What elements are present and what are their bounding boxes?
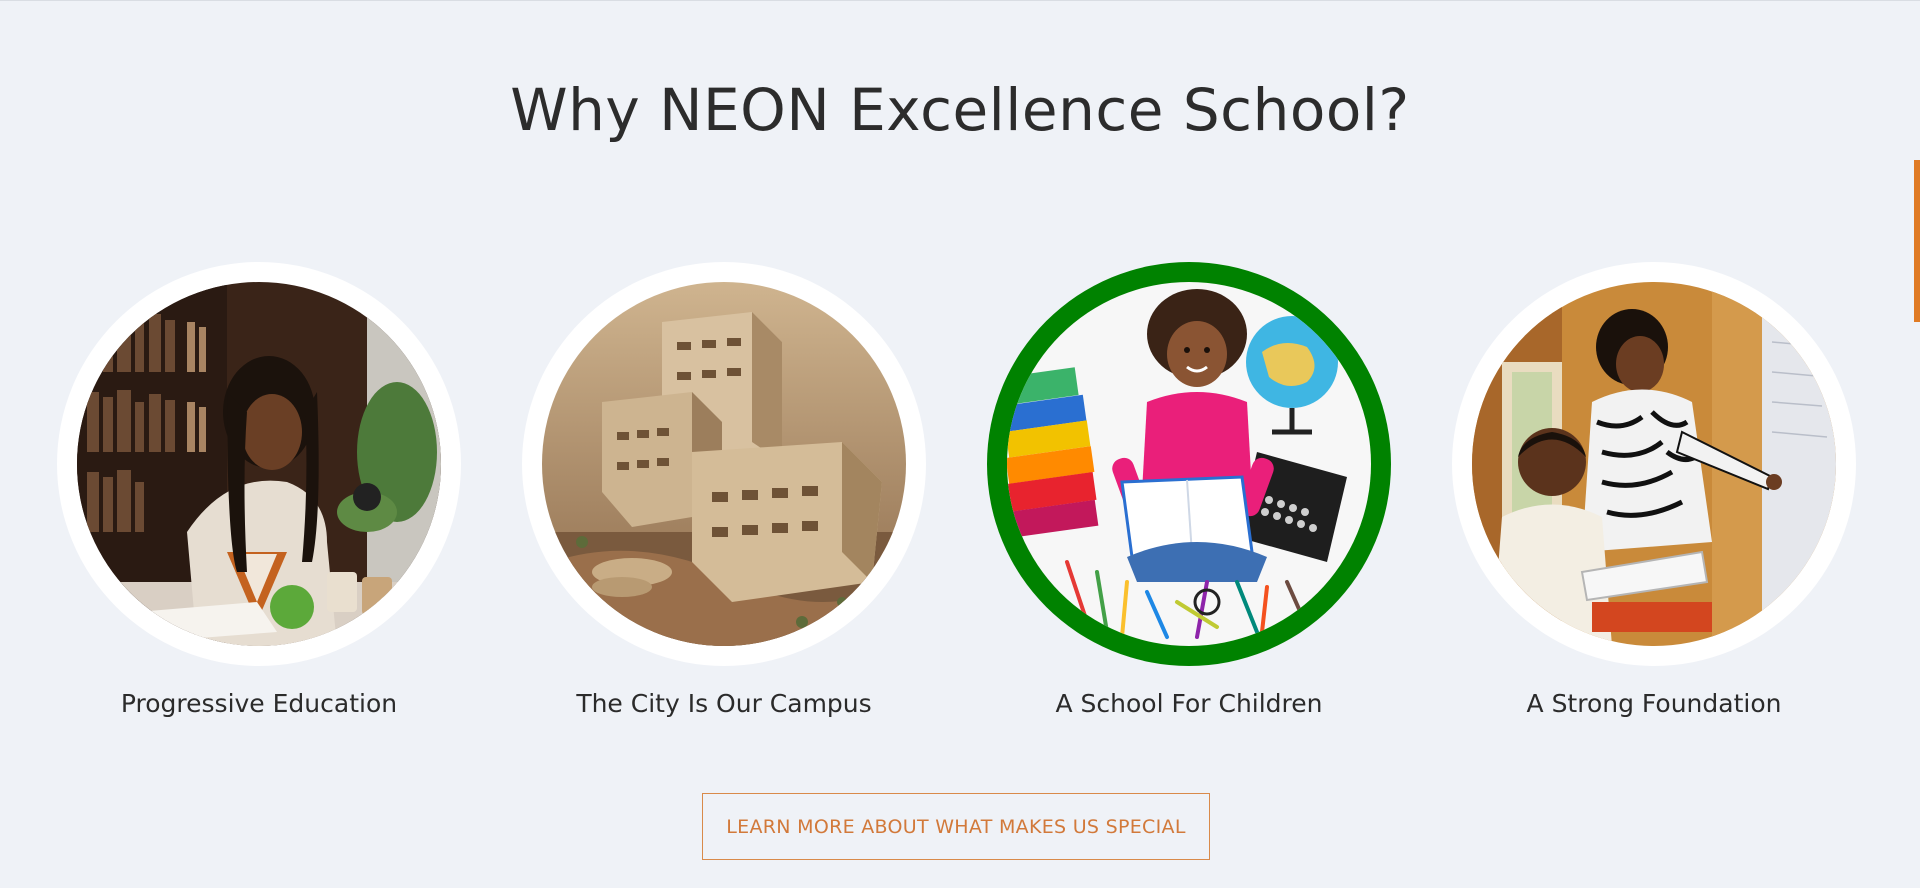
feature-card-strong-foundation[interactable]: A Strong Foundation (1452, 262, 1856, 732)
campus-building-aerial-photo[interactable] (542, 282, 906, 646)
section-title: Why NEON Excellence School? (510, 76, 1410, 144)
feature-label: A School For Children (1055, 689, 1323, 718)
teacher-and-boy-at-whiteboard-photo[interactable] (1472, 282, 1836, 646)
feature-label: A Strong Foundation (1526, 689, 1782, 718)
feature-card-progressive-education[interactable]: Progressive Education (57, 262, 461, 732)
feature-label: Progressive Education (120, 689, 398, 718)
top-divider (0, 0, 1920, 1)
learn-more-button[interactable]: LEARN MORE ABOUT WHAT MAKES US SPECIAL (702, 793, 1210, 860)
student-studying-library-photo[interactable] (77, 282, 441, 646)
feature-label: The City Is Our Campus (576, 689, 872, 718)
feature-card-school-for-children[interactable]: A School For Children (987, 262, 1391, 732)
feature-card-city-campus[interactable]: The City Is Our Campus (522, 262, 926, 732)
feature-list: Progressive Education The City Is Our Ca… (0, 262, 1920, 732)
child-drawing-with-supplies-photo[interactable] (1007, 282, 1371, 646)
